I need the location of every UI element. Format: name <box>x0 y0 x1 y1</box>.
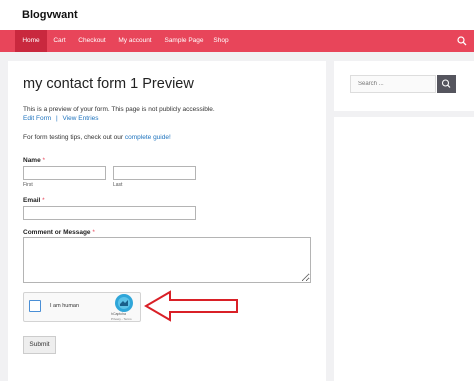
page-title: my contact form 1 Preview <box>23 76 194 92</box>
edit-form-link[interactable]: Edit Form <box>23 115 51 122</box>
search-icon <box>441 79 451 88</box>
nav-item-cart[interactable]: Cart <box>47 30 72 52</box>
tips-label: For form testing tips, check out our <box>23 134 124 141</box>
site-header: Blogvwant <box>0 0 474 30</box>
submit-button[interactable]: Submit <box>23 336 56 354</box>
required-mark: * <box>42 157 46 164</box>
nav-item-my-account[interactable]: My account <box>113 30 157 52</box>
captcha-checkbox[interactable] <box>29 300 41 312</box>
comment-label: Comment or Message * <box>23 229 95 236</box>
view-entries-link[interactable]: View Entries <box>63 115 99 122</box>
captcha-terms-link[interactable]: Privacy - Terms <box>111 317 132 321</box>
email-input[interactable] <box>23 206 196 220</box>
search-icon[interactable] <box>457 36 467 46</box>
sidebar-search-button[interactable] <box>437 75 456 93</box>
preview-notice: This is a preview of your form. This pag… <box>23 106 215 113</box>
name-label: Name * <box>23 157 45 164</box>
complete-guide-link[interactable]: complete guide! <box>125 134 171 141</box>
nav-item-home[interactable]: Home <box>15 30 47 52</box>
site-title[interactable]: Blogvwant <box>22 9 78 21</box>
required-mark: * <box>42 197 45 204</box>
comment-label-text: Comment or Message <box>23 229 91 236</box>
nav-item-sample-page[interactable]: Sample Page <box>160 30 208 52</box>
email-label-text: Email <box>23 197 41 204</box>
captcha-label: I am human <box>50 303 80 309</box>
captcha-brand: hCaptcha <box>111 312 126 316</box>
last-sublabel: Last <box>113 182 123 188</box>
sidebar-widget-area <box>334 117 474 381</box>
annotation-arrow-icon <box>144 290 238 322</box>
nav-item-checkout[interactable]: Checkout <box>73 30 111 52</box>
first-sublabel: First <box>23 182 33 188</box>
tips-text: For form testing tips, check out our com… <box>23 134 171 141</box>
first-name-input[interactable] <box>23 166 106 180</box>
hcaptcha-logo-icon <box>115 294 133 312</box>
main-navigation: Home Cart Checkout My account Sample Pag… <box>0 30 474 52</box>
required-mark: * <box>92 229 95 236</box>
nav-item-shop[interactable]: Shop <box>209 30 233 52</box>
email-label: Email * <box>23 197 45 204</box>
preview-links: Edit Form | View Entries <box>23 115 99 122</box>
name-label-text: Name <box>23 157 41 164</box>
sidebar-search-input[interactable] <box>350 75 436 93</box>
last-name-input[interactable] <box>113 166 196 180</box>
comment-textarea[interactable] <box>23 237 311 283</box>
link-separator: | <box>55 115 58 122</box>
